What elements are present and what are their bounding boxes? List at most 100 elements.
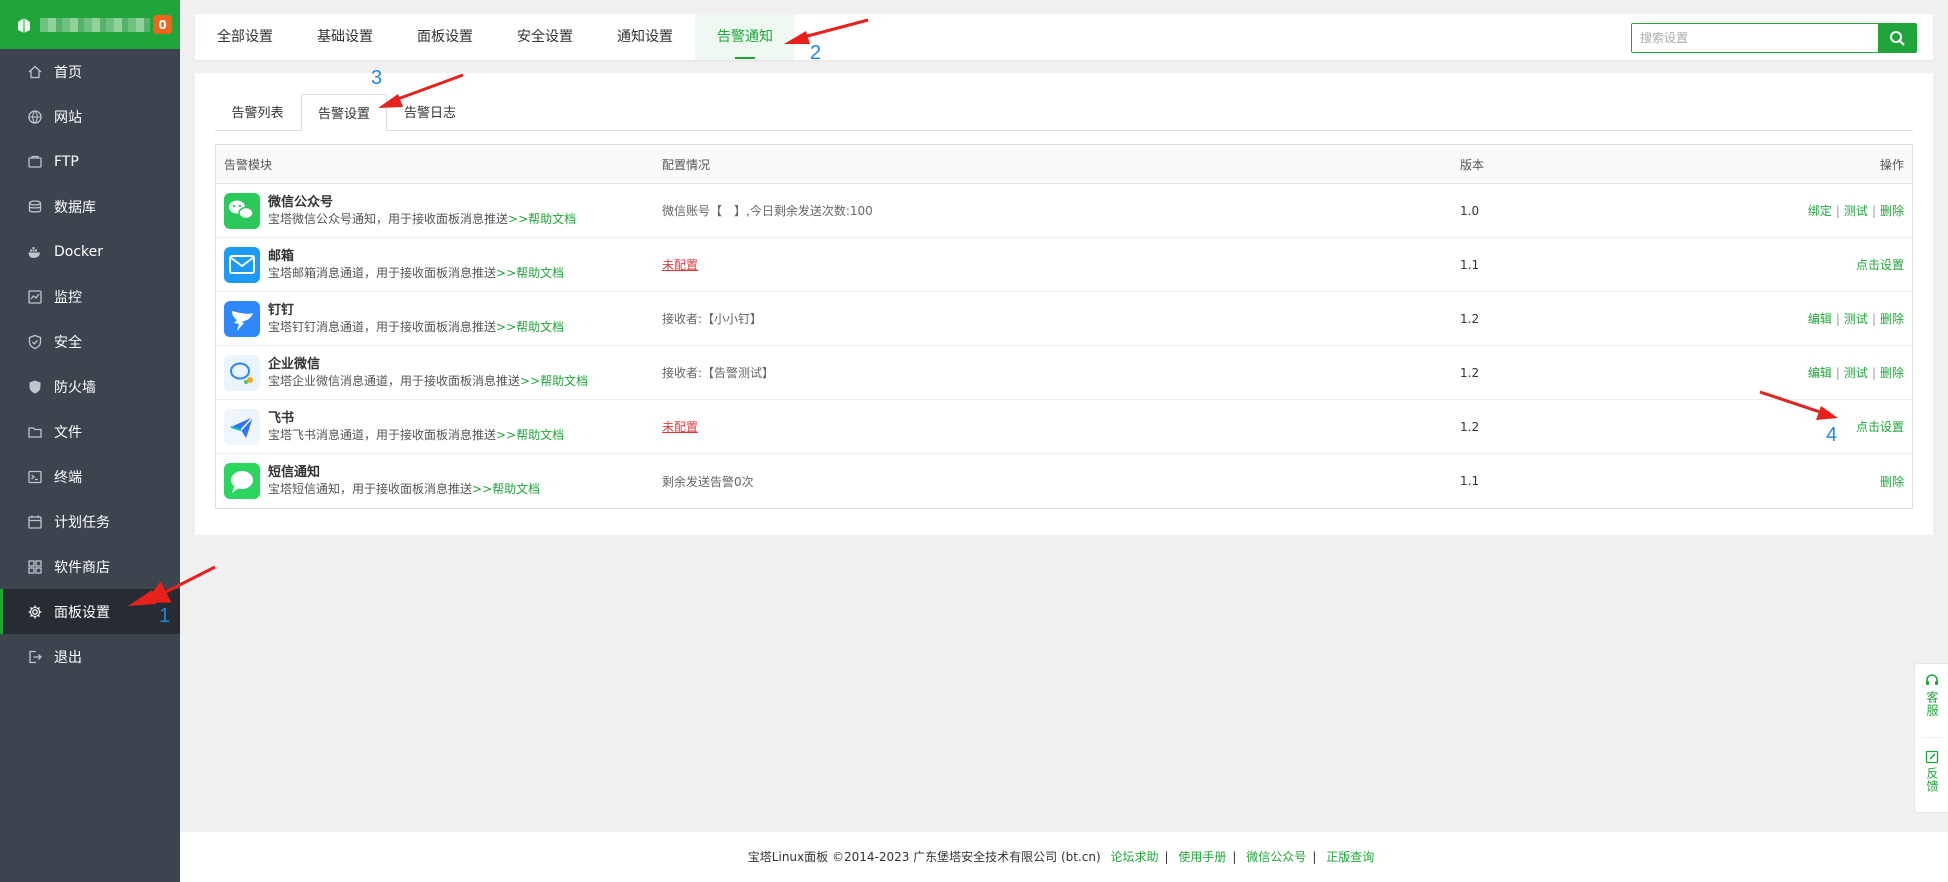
version-cell: 1.2	[1460, 365, 1480, 380]
tab-panel-settings[interactable]: 面板设置	[395, 14, 495, 60]
action-separator: |	[1871, 365, 1876, 380]
action-link[interactable]: 点击设置	[1856, 418, 1904, 435]
action-cell: 删除	[1880, 454, 1904, 508]
customer-service-button[interactable]: 客服	[1915, 674, 1948, 717]
tab-alarm-log[interactable]: 告警日志	[387, 94, 473, 131]
action-link[interactable]: 编辑	[1808, 364, 1832, 381]
tab-all-settings[interactable]: 全部设置	[195, 14, 295, 60]
search-input[interactable]	[1632, 24, 1878, 52]
action-link[interactable]: 删除	[1880, 364, 1904, 381]
module-desc: 宝塔微信公众号通知，用于接收面板消息推送>>帮助文档	[268, 211, 576, 228]
config-cell: 未配置	[662, 400, 698, 453]
sidebar-item-4[interactable]: Docker	[0, 229, 180, 274]
help-doc-link[interactable]: >>帮助文档	[508, 212, 576, 226]
sidebar-item-12[interactable]: 面板设置	[0, 589, 180, 634]
config-status: 微信账号【 】,今日剩余发送次数:100	[662, 204, 873, 218]
table-row: 飞书 宝塔飞书消息通道，用于接收面板消息推送>>帮助文档 未配置 1.2 点击设置	[216, 400, 1912, 454]
config-status[interactable]: 未配置	[662, 418, 698, 435]
tab-basic-settings[interactable]: 基础设置	[295, 14, 395, 60]
footer-link-forum[interactable]: 论坛求助	[1111, 850, 1159, 864]
sidebar-item-11[interactable]: 软件商店	[0, 544, 180, 589]
config-cell: 未配置	[662, 238, 698, 291]
logo-icon	[14, 15, 34, 35]
sidebar-item-label: 监控	[54, 289, 82, 306]
tab-label: 基础设置	[317, 29, 373, 45]
sidebar-item-3[interactable]: 数据库	[0, 184, 180, 229]
header-version: 版本	[1460, 157, 1485, 172]
tab-security-settings[interactable]: 安全设置	[495, 14, 595, 60]
tab-label: 安全设置	[517, 29, 573, 45]
tab-notify-settings[interactable]: 通知设置	[595, 14, 695, 60]
action-link[interactable]: 绑定	[1808, 202, 1832, 219]
table-row: 邮箱 宝塔邮箱消息通道，用于接收面板消息推送>>帮助文档 未配置 1.1 点击设置	[216, 238, 1912, 292]
action-separator: |	[1835, 365, 1840, 380]
sidebar-item-13[interactable]: 退出	[0, 634, 180, 679]
sidebar-item-label: 首页	[54, 64, 82, 81]
action-link[interactable]: 删除	[1880, 473, 1904, 490]
sidebar-item-0[interactable]: 首页	[0, 49, 180, 94]
help-doc-link[interactable]: >>帮助文档	[496, 266, 564, 280]
feedback-button[interactable]: 反馈	[1915, 750, 1948, 793]
sidebar-item-label: 面板设置	[54, 604, 110, 621]
notification-badge[interactable]: 0	[153, 15, 172, 34]
footer-link-license[interactable]: 正版查询	[1326, 850, 1374, 864]
sidebar-item-label: FTP	[54, 153, 79, 170]
floating-service-widget: 客服 反馈	[1914, 663, 1948, 813]
module-info: 钉钉 宝塔钉钉消息通道，用于接收面板消息推送>>帮助文档	[268, 302, 564, 336]
tab-label: 告警列表	[231, 106, 284, 121]
sidebar-item-8[interactable]: 文件	[0, 409, 180, 454]
action-link[interactable]: 测试	[1844, 364, 1868, 381]
header-action: 操作	[1879, 157, 1904, 172]
action-link[interactable]: 编辑	[1808, 310, 1832, 327]
config-cell: 接收者:【告警测试】	[662, 346, 774, 399]
action-link[interactable]: 点击设置	[1856, 256, 1904, 273]
annotation-number-4: 4	[1826, 424, 1838, 446]
search-button[interactable]	[1878, 24, 1916, 52]
action-link[interactable]: 测试	[1844, 202, 1868, 219]
sidebar-item-5[interactable]: 监控	[0, 274, 180, 319]
sidebar-item-6[interactable]: 安全	[0, 319, 180, 364]
apps-icon	[27, 559, 43, 575]
footer-link-manual[interactable]: 使用手册	[1178, 850, 1226, 864]
footer-link-wechat[interactable]: 微信公众号	[1246, 850, 1306, 864]
sidebar-item-9[interactable]: 终端	[0, 454, 180, 499]
help-doc-link[interactable]: >>帮助文档	[472, 482, 540, 496]
action-link[interactable]: 删除	[1880, 310, 1904, 327]
sidebar-item-2[interactable]: FTP	[0, 139, 180, 184]
mail-icon	[224, 246, 260, 283]
alarm-sub-tabs: 告警列表 告警设置 告警日志	[215, 94, 1913, 132]
header-config: 配置情况	[662, 157, 711, 172]
footer-separator: |	[1312, 850, 1317, 864]
action-cell: 点击设置	[1856, 238, 1904, 291]
sidebar-item-10[interactable]: 计划任务	[0, 499, 180, 544]
action-link[interactable]: 删除	[1880, 202, 1904, 219]
action-link[interactable]: 测试	[1844, 310, 1868, 327]
tab-label: 通知设置	[617, 29, 673, 45]
tab-alarm-list[interactable]: 告警列表	[215, 94, 300, 131]
footer-separator: |	[1164, 850, 1169, 864]
settings-tab-bar: 全部设置 基础设置 面板设置 安全设置 通知设置 告警通知	[195, 14, 1933, 60]
help-doc-link[interactable]: >>帮助文档	[520, 374, 588, 388]
shield-icon	[27, 334, 43, 350]
headset-icon	[1926, 674, 1938, 685]
server-name-blurred	[40, 17, 150, 32]
sidebar-header: 0	[0, 0, 180, 49]
sidebar-item-label: 退出	[54, 649, 82, 666]
table-header: 告警模块 配置情况 版本 操作	[216, 145, 1912, 184]
sidebar-item-7[interactable]: 防火墙	[0, 364, 180, 409]
config-status[interactable]: 未配置	[662, 256, 698, 273]
action-cell: 编辑 | 测试 | 删除	[1808, 346, 1904, 399]
wechat-official-icon	[224, 192, 260, 229]
help-doc-link[interactable]: >>帮助文档	[496, 428, 564, 442]
sidebar-item-label: 安全	[54, 334, 82, 351]
tab-alarm-settings[interactable]: 告警设置	[301, 94, 387, 132]
help-doc-link[interactable]: >>帮助文档	[496, 320, 564, 334]
search-box	[1631, 23, 1917, 53]
tab-alarm-notify[interactable]: 告警通知	[695, 14, 795, 60]
logout-icon	[27, 649, 43, 665]
sidebar-item-1[interactable]: 网站	[0, 94, 180, 139]
action-cell: 绑定 | 测试 | 删除	[1808, 184, 1904, 237]
module-title: 微信公众号	[268, 194, 334, 210]
sms-icon	[224, 463, 260, 499]
sidebar-item-label: 防火墙	[54, 379, 96, 396]
